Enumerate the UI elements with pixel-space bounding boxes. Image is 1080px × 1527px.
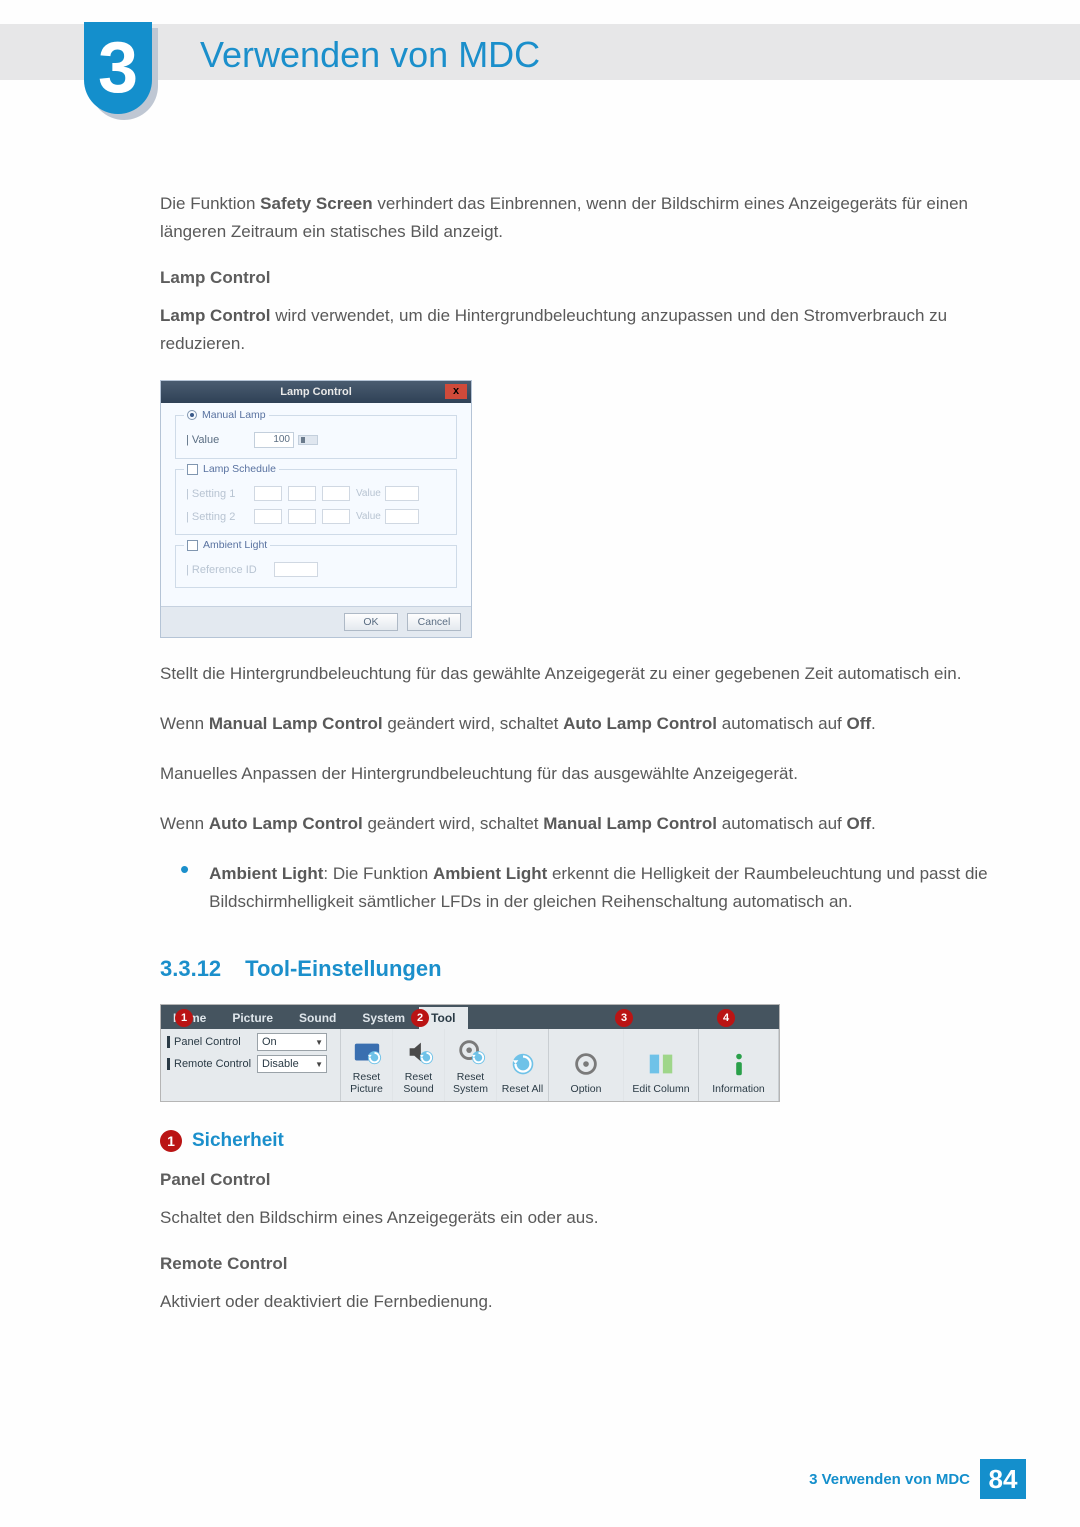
reset-picture-button[interactable]: Reset Picture — [341, 1029, 393, 1101]
reset-all-icon — [508, 1049, 538, 1079]
edit-column-button[interactable]: Edit Column — [624, 1029, 698, 1101]
lamp-schedule-checkbox[interactable] — [187, 464, 198, 475]
panel-control-heading: Panel Control — [160, 1170, 990, 1190]
remote-control-heading: Remote Control — [160, 1254, 990, 1274]
setting2-label: | Setting 2 — [186, 511, 254, 523]
close-icon[interactable]: x — [445, 384, 467, 399]
ambient-light-legend: Ambient Light — [203, 539, 267, 551]
manual-lamp-legend: Manual Lamp — [202, 409, 266, 421]
ok-button[interactable]: OK — [344, 613, 398, 631]
reference-id-select[interactable] — [274, 562, 318, 577]
setting2-value[interactable] — [385, 509, 419, 524]
edit-column-icon — [646, 1049, 676, 1079]
setting2-value-label: Value — [356, 511, 381, 522]
value-input[interactable]: 100 — [254, 432, 294, 448]
section-number: 3.3.12 — [160, 956, 221, 981]
dialog-titlebar: Lamp Control x — [161, 381, 471, 403]
dialog-title-text: Lamp Control — [280, 386, 352, 398]
option-button[interactable]: Option — [549, 1029, 624, 1101]
chapter-number: 3 — [98, 32, 138, 104]
setting1-ampm[interactable] — [322, 486, 350, 501]
setting1-value[interactable] — [385, 486, 419, 501]
information-button[interactable]: Information — [699, 1029, 778, 1101]
setting1-label: | Setting 1 — [186, 488, 254, 500]
remote-control-label: Remote Control — [167, 1058, 257, 1070]
lamp-control-paragraph: Lamp Control wird verwendet, um die Hint… — [160, 302, 990, 358]
callout-3: 3 — [615, 1009, 633, 1027]
bullet-icon: • — [180, 860, 189, 916]
page-title: Verwenden von MDC — [200, 34, 540, 76]
lamp-schedule-legend: Lamp Schedule — [203, 463, 276, 475]
panel-control-desc: Schaltet den Bildschirm eines Anzeigeger… — [160, 1204, 990, 1232]
section-heading: 3.3.12 Tool-Einstellungen — [160, 956, 990, 982]
callout-1: 1 — [175, 1009, 193, 1027]
callout-badge-1: 1 — [160, 1130, 182, 1152]
setting2-hour[interactable] — [254, 509, 282, 524]
lamp-para-4: Manuelles Anpassen der Hintergrundbeleuc… — [160, 760, 990, 788]
ambient-light-bullet: • Ambient Light: Die Funktion Ambient Li… — [160, 860, 990, 916]
callout-2: 2 — [411, 1009, 429, 1027]
chapter-badge: 3 — [84, 22, 158, 120]
setting1-hour[interactable] — [254, 486, 282, 501]
callout-4: 4 — [717, 1009, 735, 1027]
lamp-control-dialog: Lamp Control x Manual Lamp | Value 100 L… — [160, 380, 472, 638]
tab-sound[interactable]: Sound — [287, 1007, 348, 1029]
setting1-min[interactable] — [288, 486, 316, 501]
section-title: Tool-Einstellungen — [245, 956, 441, 981]
lamp-control-heading: Lamp Control — [160, 268, 990, 288]
dialog-footer: OK Cancel — [161, 606, 471, 637]
panel-control-select[interactable]: On▼ — [257, 1033, 327, 1051]
value-slider[interactable] — [298, 435, 318, 445]
reset-sound-icon — [404, 1037, 434, 1067]
remote-control-desc: Aktiviert oder deaktiviert die Fernbedie… — [160, 1288, 990, 1316]
lamp-para-5: Wenn Auto Lamp Control geändert wird, sc… — [160, 810, 990, 838]
footer-text: 3 Verwenden von MDC — [809, 1471, 970, 1488]
manual-lamp-group: Manual Lamp | Value 100 — [175, 415, 457, 459]
tool-toolbar-figure: 1 2 3 4 Home Picture Sound System Tool P… — [160, 1004, 780, 1102]
reference-id-label: | Reference ID — [186, 564, 274, 576]
tab-picture[interactable]: Picture — [220, 1007, 285, 1029]
security-section: Panel Control On▼ Remote Control Disable… — [161, 1029, 341, 1101]
lamp-schedule-group: Lamp Schedule | Setting 1 Value | Settin… — [175, 469, 457, 535]
info-icon — [724, 1049, 754, 1079]
information-section: Information — [699, 1029, 779, 1101]
tab-system[interactable]: System — [350, 1007, 417, 1029]
lamp-para-2: Stellt die Hintergrundbeleuchtung für da… — [160, 660, 990, 688]
setting2-min[interactable] — [288, 509, 316, 524]
page-number: 84 — [980, 1459, 1026, 1499]
setting2-ampm[interactable] — [322, 509, 350, 524]
toolbar-tabs: Home Picture Sound System Tool — [161, 1005, 779, 1029]
gear-icon — [571, 1049, 601, 1079]
reset-all-button[interactable]: Reset All — [497, 1029, 548, 1101]
reset-system-icon — [456, 1037, 486, 1067]
ambient-light-checkbox[interactable] — [187, 540, 198, 551]
reset-picture-icon — [352, 1037, 382, 1067]
lamp-para-3: Wenn Manual Lamp Control geändert wird, … — [160, 710, 990, 738]
value-label: | Value — [186, 434, 254, 446]
remote-control-select[interactable]: Disable▼ — [257, 1055, 327, 1073]
ambient-light-group: Ambient Light | Reference ID — [175, 545, 457, 588]
document-page: 3 Verwenden von MDC Die Funktion Safety … — [0, 0, 1080, 1527]
reset-system-button[interactable]: Reset System — [445, 1029, 497, 1101]
cancel-button[interactable]: Cancel — [407, 613, 461, 631]
setting1-value-label: Value — [356, 488, 381, 499]
reset-section: Reset Picture Reset Sound Reset System R… — [341, 1029, 549, 1101]
reset-sound-button[interactable]: Reset Sound — [393, 1029, 445, 1101]
manual-lamp-radio[interactable] — [187, 410, 197, 420]
panel-control-label: Panel Control — [167, 1036, 257, 1048]
intro-paragraph: Die Funktion Safety Screen verhindert da… — [160, 190, 990, 246]
content-area: Die Funktion Safety Screen verhindert da… — [160, 190, 990, 1338]
sicherheit-heading: 1Sicherheit — [160, 1130, 990, 1152]
chevron-down-icon: ▼ — [315, 1060, 323, 1069]
option-section: Option Edit Column — [549, 1029, 699, 1101]
page-footer: 3 Verwenden von MDC 84 — [809, 1459, 1026, 1499]
chevron-down-icon: ▼ — [315, 1038, 323, 1047]
